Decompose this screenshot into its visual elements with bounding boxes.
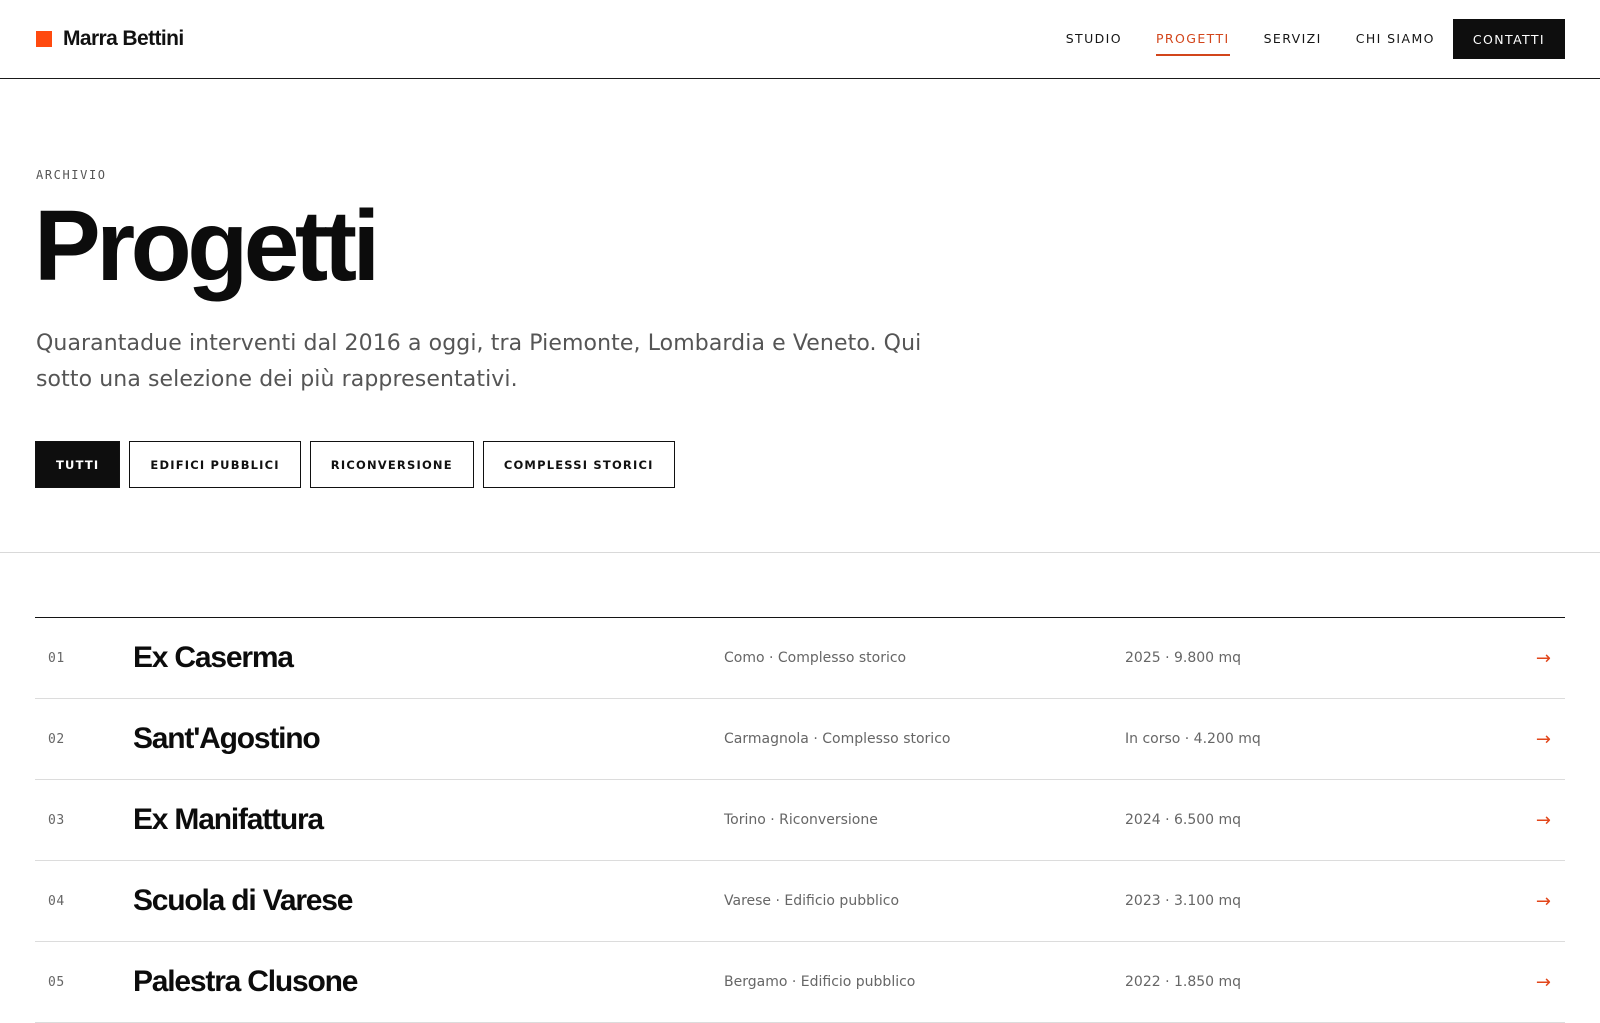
brand-name: Marra Bettini (63, 27, 184, 50)
project-location-type: Carmagnola · Complesso storico (724, 731, 951, 747)
project-row[interactable]: 02 Sant'Agostino Carmagnola · Complesso … (35, 699, 1565, 780)
arrow-right-icon[interactable]: → (1536, 780, 1551, 860)
project-location-type: Varese · Edificio pubblico (724, 893, 900, 909)
filter-complessi-storici[interactable]: COMPLESSI STORICI (482, 441, 675, 488)
filter-tutti[interactable]: TUTTI (35, 441, 121, 488)
project-year-area: 2022 · 1.850 mq (1125, 974, 1242, 990)
brand-square-icon (36, 31, 52, 47)
page-title: Progetti (34, 190, 380, 302)
site-header: Marra Bettini STUDIO PROGETTI SERVIZI CH… (0, 0, 1600, 79)
section-divider (0, 552, 1600, 553)
project-location-type: Bergamo · Edificio pubblico (724, 974, 916, 990)
brand-logo[interactable]: Marra Bettini (36, 0, 184, 78)
filter-edifici-pubblici[interactable]: EDIFICI PUBBLICI (129, 441, 301, 488)
main-nav: STUDIO PROGETTI SERVIZI CHI SIAMO CONTAT… (1032, 19, 1565, 59)
arrow-right-icon[interactable]: → (1536, 861, 1551, 941)
project-year-area: 2025 · 9.800 mq (1125, 650, 1242, 666)
project-row[interactable]: 05 Palestra Clusone Bergamo · Edificio p… (35, 942, 1565, 1023)
filter-riconversione[interactable]: RICONVERSIONE (309, 441, 474, 488)
nav-item-chi-siamo[interactable]: CHI SIAMO (1356, 31, 1435, 48)
project-year-area: 2023 · 3.100 mq (1125, 893, 1242, 909)
project-year-area: In corso · 4.200 mq (1125, 731, 1261, 747)
project-location-type: Como · Complesso storico (724, 650, 907, 666)
project-number: 01 (48, 650, 65, 666)
nav-item-studio[interactable]: STUDIO (1066, 31, 1122, 48)
project-list: 01 Ex Caserma Como · Complesso storico 2… (35, 617, 1565, 1023)
filter-bar: TUTTI EDIFICI PUBBLICI RICONVERSIONE COM… (35, 441, 684, 488)
project-name[interactable]: Palestra Clusone (133, 942, 358, 1022)
arrow-right-icon[interactable]: → (1536, 618, 1551, 698)
intro-paragraph: Quarantadue interventi dal 2016 a oggi, … (36, 331, 922, 392)
project-row[interactable]: 03 Ex Manifattura Torino · Riconversione… (35, 780, 1565, 861)
project-row[interactable]: 04 Scuola di Varese Varese · Edificio pu… (35, 861, 1565, 942)
nav-item-servizi[interactable]: SERVIZI (1264, 31, 1322, 48)
project-name[interactable]: Ex Caserma (133, 618, 294, 698)
arrow-right-icon[interactable]: → (1536, 699, 1551, 779)
project-name[interactable]: Scuola di Varese (133, 861, 353, 941)
project-location-type: Torino · Riconversione (724, 812, 878, 828)
project-number: 05 (48, 974, 65, 990)
project-name[interactable]: Sant'Agostino (133, 699, 321, 779)
arrow-right-icon[interactable]: → (1536, 942, 1551, 1022)
contact-button[interactable]: CONTATTI (1452, 19, 1565, 59)
project-row[interactable]: 01 Ex Caserma Como · Complesso storico 2… (35, 618, 1565, 699)
project-number: 03 (48, 812, 65, 828)
project-number: 04 (48, 893, 65, 909)
project-year-area: 2024 · 6.500 mq (1125, 812, 1242, 828)
section-eyebrow: ARCHIVIO (36, 168, 107, 182)
project-number: 02 (48, 731, 65, 747)
project-name[interactable]: Ex Manifattura (133, 780, 324, 860)
nav-item-progetti[interactable]: PROGETTI (1155, 31, 1230, 56)
